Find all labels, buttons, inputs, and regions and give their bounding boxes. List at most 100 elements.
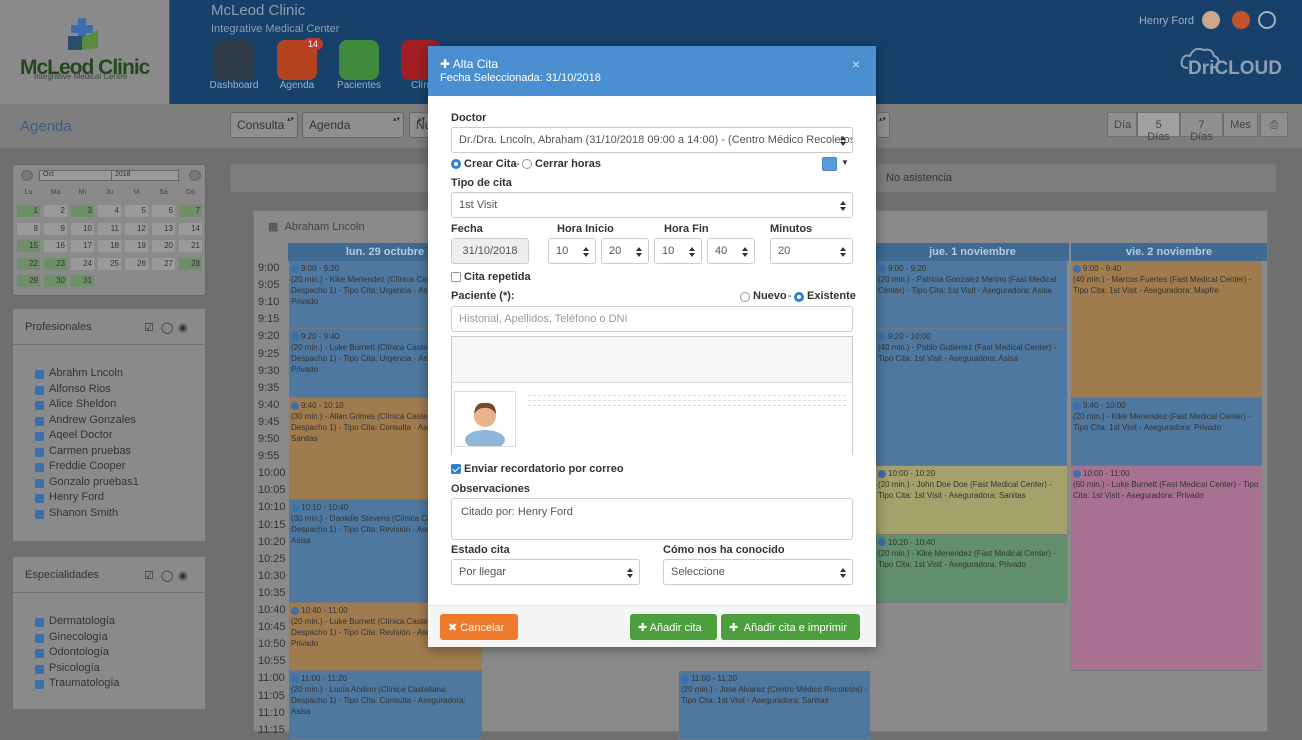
appointment[interactable]: 10:00 - 10:20 (20 min.) - John Doe Doe (F… <box>876 466 1067 535</box>
agenda-select[interactable]: Agenda <box>302 112 404 138</box>
profesionales-item[interactable]: Freddie Cooper <box>13 460 205 476</box>
profesionales-item[interactable]: Carmen pruebas <box>13 445 205 461</box>
clinic-logo[interactable]: McLeod Clinic Integrative Medical Centre <box>0 0 170 104</box>
appointment[interactable]: 9:00 - 9:40 (40 min.) - Marcos Fuertes (F… <box>1071 261 1262 398</box>
appointment[interactable]: 10:00 - 11:00 (60 min.) - Luke Burnett (F… <box>1071 466 1262 672</box>
calendar-day[interactable]: 11 <box>98 222 121 235</box>
view-1[interactable]: 5 Días <box>1137 112 1180 143</box>
calendar-day[interactable]: 12 <box>125 222 148 235</box>
calendar-day[interactable]: 26 <box>125 257 148 270</box>
hora-fin-minute[interactable]: 40 <box>707 238 755 264</box>
hora-fin-hour[interactable]: 10 <box>654 238 702 264</box>
appointment[interactable]: 9:40 - 10:00 (20 min.) - Kike Menendez (F… <box>1071 397 1262 467</box>
profesionales-item[interactable]: Alice Sheldon <box>13 398 205 414</box>
checkbox[interactable] <box>35 478 44 488</box>
conocido-select[interactable]: Seleccione <box>663 559 853 585</box>
nav-label-1[interactable]: Agenda <box>267 80 327 91</box>
checkbox[interactable] <box>35 509 44 519</box>
estado-cita-select[interactable]: Por llegar <box>451 559 640 585</box>
avatar[interactable] <box>1202 11 1220 29</box>
cancel-button[interactable]: ✖ Cancelar <box>440 614 518 640</box>
add-cita-button[interactable]: ✚ Añadir cita <box>630 614 717 640</box>
day-header-thu[interactable]: jue. 1 noviembre <box>876 243 1069 261</box>
calendar-day[interactable]: 24 <box>71 257 94 270</box>
appointment[interactable]: 11:00 - 11:20 (20 min.) - Jose Alvarez (C… <box>679 671 870 740</box>
checkbox[interactable] <box>35 447 44 457</box>
profesionales-item[interactable]: Aqeel Doctor <box>13 429 205 445</box>
profesionales-item[interactable]: Andrew Gonzales <box>13 414 205 430</box>
view-2[interactable]: 7 Días <box>1180 112 1223 143</box>
calendar-day[interactable]: 23 <box>44 257 67 270</box>
profesionales-item[interactable]: Abrahm Lncoln <box>13 367 205 383</box>
print-icon[interactable]: ⎙ <box>1260 112 1288 137</box>
checkbox[interactable] <box>35 664 44 674</box>
checkbox[interactable] <box>35 370 44 379</box>
patient-search-input[interactable]: Historial, Apellidos, Teléfono o DNI <box>451 306 853 332</box>
calendar-day[interactable]: 21 <box>179 240 202 252</box>
calendar-day[interactable]: 25 <box>98 257 121 270</box>
uncheck-all-icon[interactable]: ◯ <box>161 569 173 582</box>
profesionales-item[interactable]: Shanon Smith <box>13 507 205 523</box>
view-0[interactable]: Día <box>1107 112 1137 137</box>
especialidades-item[interactable]: Psicología <box>13 662 205 678</box>
chevron-down-icon[interactable]: ▼ <box>841 158 849 167</box>
power-icon[interactable] <box>1258 11 1276 29</box>
calendar-day[interactable]: 3 <box>71 205 94 217</box>
crear-cita-radio[interactable] <box>451 159 461 169</box>
nav-label-2[interactable]: Pacientes <box>329 80 389 91</box>
checkbox[interactable] <box>35 401 44 410</box>
appointment[interactable]: 11:00 - 11:20 (20 min.) - Lucía Andino (C… <box>289 671 482 740</box>
calendar-day[interactable]: 5 <box>125 205 148 217</box>
checkbox[interactable] <box>35 385 44 395</box>
checkbox[interactable] <box>35 618 44 627</box>
recordatorio-checkbox[interactable] <box>451 464 461 474</box>
add-print-button[interactable]: ✚ Añadir cita e imprimir <box>721 614 860 640</box>
users-icon[interactable] <box>1232 11 1250 29</box>
checkbox[interactable] <box>35 463 44 472</box>
observaciones-textarea[interactable]: Citado por: Henry Ford <box>451 498 853 540</box>
user-name[interactable]: Henry Ford <box>1139 15 1194 27</box>
profesionales-item[interactable]: Alfonso Rios <box>13 383 205 399</box>
calendar-day[interactable]: 13 <box>152 222 175 235</box>
check-all-icon[interactable]: ☑ <box>144 569 154 582</box>
nav-icon-2[interactable] <box>339 40 379 80</box>
calendar-day[interactable]: 16 <box>44 240 67 252</box>
minutos-input[interactable]: 20 <box>770 238 853 264</box>
checkbox[interactable] <box>35 633 44 643</box>
calendar-day[interactable]: 19 <box>125 240 148 252</box>
checkbox[interactable] <box>35 432 44 441</box>
calendar-day[interactable]: 27 <box>152 257 175 270</box>
calendar-day[interactable]: 22 <box>17 257 40 270</box>
tipo-cita-select[interactable]: 1st Visit <box>451 192 853 218</box>
checkbox[interactable] <box>35 416 44 426</box>
existente-radio[interactable] <box>794 292 804 302</box>
year-select[interactable]: 2018 <box>111 170 179 181</box>
nu-select[interactable]: Nu <box>409 112 431 138</box>
calendar-day[interactable]: 10 <box>71 222 94 235</box>
calendar-day[interactable]: 15 <box>17 240 40 252</box>
checkbox[interactable] <box>35 494 44 503</box>
color-picker[interactable] <box>822 157 837 171</box>
profesionales-item[interactable]: Gonzalo pruebas1 <box>13 476 205 492</box>
check-all-icon[interactable]: ☑ <box>144 321 154 334</box>
cita-repetida-checkbox[interactable] <box>451 272 461 282</box>
calendar-day[interactable]: 9 <box>44 222 67 235</box>
cerrar-horas-radio[interactable] <box>522 159 532 169</box>
nav-icon-0[interactable] <box>214 40 254 80</box>
doctor-select[interactable]: Dr./Dra. Lncoln, Abraham (31/10/2018 09:… <box>451 127 853 153</box>
day-header-fri[interactable]: vie. 2 noviembre <box>1071 243 1267 261</box>
consulta-select[interactable]: Consulta <box>230 112 298 138</box>
calendar-day[interactable]: 7 <box>179 205 202 217</box>
toggle-icon[interactable]: ◉ <box>178 321 188 334</box>
calendar-day[interactable]: 17 <box>71 240 94 252</box>
next-month-icon[interactable] <box>189 170 201 181</box>
hora-inicio-minute[interactable]: 20 <box>601 238 649 264</box>
checkbox[interactable] <box>35 649 44 658</box>
appointment[interactable]: 9:00 - 9:20 (20 min.) - Patricia Gonzalez… <box>876 261 1067 330</box>
especialidades-item[interactable]: Traumatología <box>13 677 205 693</box>
hora-inicio-hour[interactable]: 10 <box>548 238 596 264</box>
especialidades-item[interactable]: Ginecología <box>13 631 205 647</box>
fecha-input[interactable]: 31/10/2018 <box>451 238 529 264</box>
toolbar-field[interactable] <box>876 112 890 138</box>
toggle-icon[interactable]: ◉ <box>178 569 188 582</box>
